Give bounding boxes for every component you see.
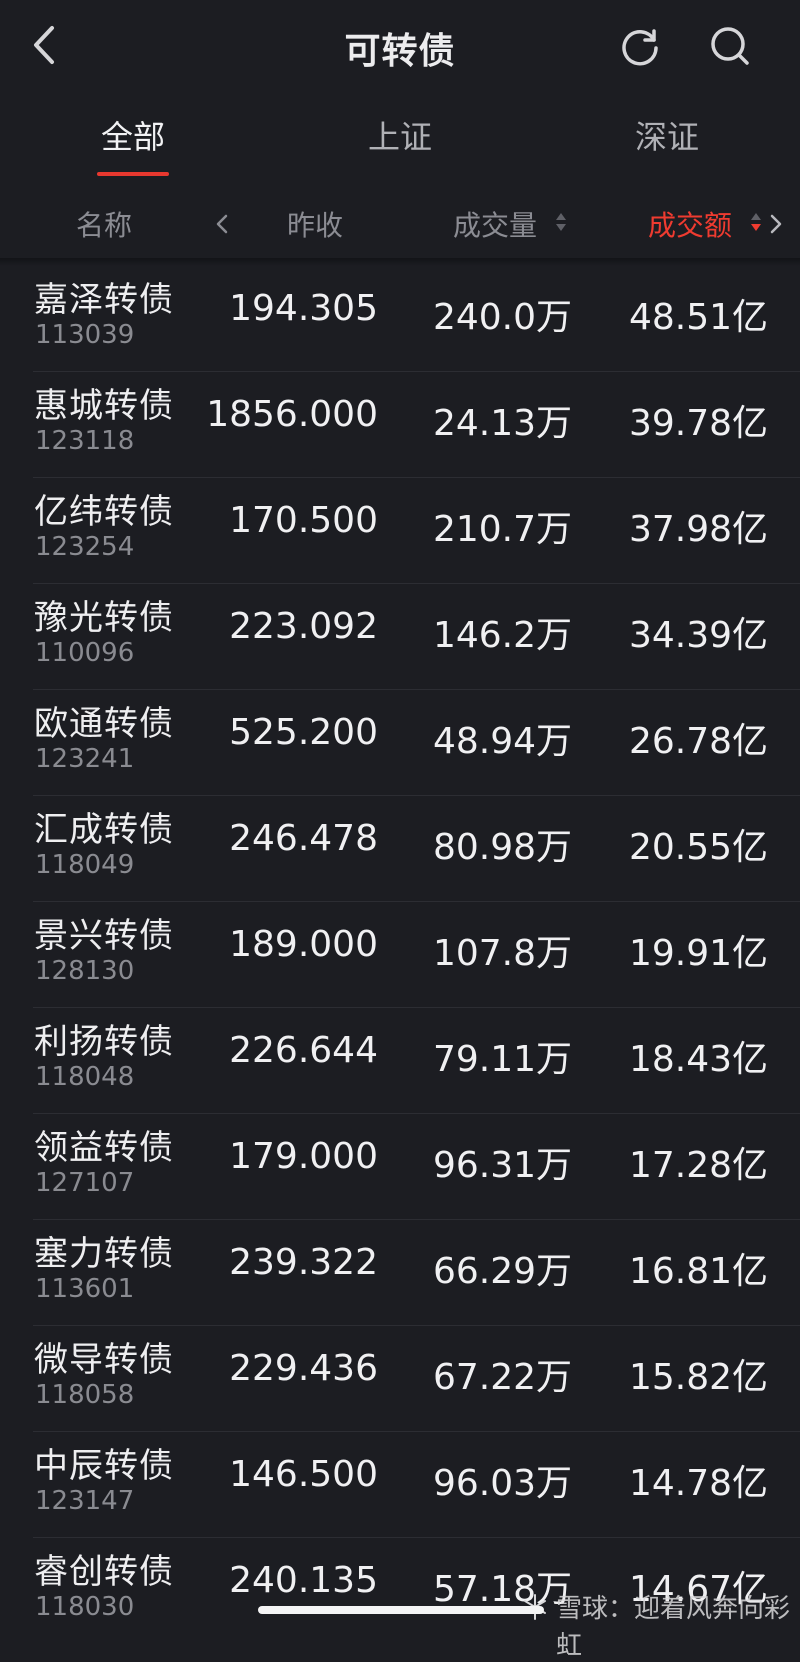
chevron-left-icon[interactable] xyxy=(212,210,232,238)
bond-code: 123118 xyxy=(35,426,135,456)
prev-close-value: 146.500 xyxy=(229,1454,378,1495)
volume-value: 146.2万 xyxy=(432,615,572,656)
table-row[interactable]: 领益转债 127107 179.000 96.31万 17.28亿 xyxy=(0,1114,800,1220)
table-row[interactable]: 景兴转债 128130 189.000 107.8万 19.91亿 xyxy=(0,902,800,1008)
bond-name: 豫光转债 xyxy=(34,598,174,638)
top-bar: 可转债 xyxy=(0,0,800,95)
column-name[interactable]: 名称 xyxy=(76,204,132,244)
bond-name: 利扬转债 xyxy=(34,1022,174,1062)
volume-value: 96.31万 xyxy=(432,1145,572,1186)
bond-code: 123241 xyxy=(35,744,135,774)
volume-value: 107.8万 xyxy=(432,933,572,974)
bond-code: 123254 xyxy=(35,532,135,562)
volume-value: 80.98万 xyxy=(432,827,572,868)
bond-code: 118048 xyxy=(35,1062,135,1092)
column-turnover[interactable]: 成交额 xyxy=(648,204,732,244)
bond-code: 127107 xyxy=(35,1168,135,1198)
table-row[interactable]: 塞力转债 113601 239.322 66.29万 16.81亿 xyxy=(0,1220,800,1326)
table-row[interactable]: 惠城转债 123118 1856.000 24.13万 39.78亿 xyxy=(0,372,800,478)
tab-all[interactable]: 全部 xyxy=(73,112,193,158)
bond-code: 113601 xyxy=(35,1274,135,1304)
bond-name: 睿创转债 xyxy=(34,1552,174,1592)
column-volume[interactable]: 成交量 xyxy=(453,204,537,244)
turnover-value: 15.82亿 xyxy=(628,1357,768,1398)
turnover-value: 18.43亿 xyxy=(628,1039,768,1080)
header-shadow xyxy=(0,258,800,266)
volume-value: 79.11万 xyxy=(432,1039,572,1080)
bond-code: 123147 xyxy=(35,1486,135,1516)
market-tabs: 全部 上证 深证 xyxy=(0,100,800,180)
sort-icon[interactable] xyxy=(555,210,567,234)
bond-name: 中辰转债 xyxy=(34,1446,174,1486)
volume-value: 67.22万 xyxy=(432,1357,572,1398)
home-indicator[interactable] xyxy=(258,1606,544,1614)
turnover-value: 17.28亿 xyxy=(628,1145,768,1186)
bond-name: 塞力转债 xyxy=(34,1234,174,1274)
prev-close-value: 240.135 xyxy=(229,1560,378,1601)
bond-name: 欧通转债 xyxy=(34,704,174,744)
watermark: 雪球：迎着风奔向彩虹 xyxy=(556,1594,791,1661)
bond-code: 110096 xyxy=(35,638,135,668)
turnover-value: 34.39亿 xyxy=(628,615,768,656)
prev-close-value: 239.322 xyxy=(229,1242,378,1283)
bond-name: 景兴转债 xyxy=(34,916,174,956)
turnover-value: 19.91亿 xyxy=(628,933,768,974)
prev-close-value: 170.500 xyxy=(229,500,378,541)
bond-code: 118030 xyxy=(35,1592,135,1622)
volume-value: 96.03万 xyxy=(432,1463,572,1504)
table-row[interactable]: 嘉泽转债 113039 194.305 240.0万 48.51亿 xyxy=(0,266,800,372)
bond-name: 汇成转债 xyxy=(34,810,174,850)
volume-value: 66.29万 xyxy=(432,1251,572,1292)
refresh-icon[interactable] xyxy=(614,20,666,72)
prev-close-value: 189.000 xyxy=(229,924,378,965)
prev-close-value: 246.478 xyxy=(229,818,378,859)
prev-close-value: 194.305 xyxy=(229,288,378,329)
table-row[interactable]: 汇成转债 118049 246.478 80.98万 20.55亿 xyxy=(0,796,800,902)
bond-name: 惠城转债 xyxy=(34,386,174,426)
volume-value: 240.0万 xyxy=(432,297,572,338)
table-row[interactable]: 中辰转债 123147 146.500 96.03万 14.78亿 xyxy=(0,1432,800,1538)
table-row[interactable]: 豫光转债 110096 223.092 146.2万 34.39亿 xyxy=(0,584,800,690)
turnover-value: 16.81亿 xyxy=(628,1251,768,1292)
turnover-value: 39.78亿 xyxy=(628,403,768,444)
bond-code: 118058 xyxy=(35,1380,135,1410)
bond-code: 128130 xyxy=(35,956,135,986)
tab-shenzhen[interactable]: 深证 xyxy=(607,112,727,158)
bond-name: 领益转债 xyxy=(34,1128,174,1168)
turnover-value: 37.98亿 xyxy=(628,509,768,550)
table-row[interactable]: 欧通转债 123241 525.200 48.94万 26.78亿 xyxy=(0,690,800,796)
prev-close-value: 179.000 xyxy=(229,1136,378,1177)
volume-value: 210.7万 xyxy=(432,509,572,550)
bond-name: 亿纬转债 xyxy=(34,492,174,532)
tab-shanghai[interactable]: 上证 xyxy=(340,112,460,158)
table-row[interactable]: 亿纬转债 123254 170.500 210.7万 37.98亿 xyxy=(0,478,800,584)
turnover-value: 20.55亿 xyxy=(628,827,768,868)
chevron-right-icon[interactable] xyxy=(766,210,786,238)
turnover-value: 26.78亿 xyxy=(628,721,768,762)
prev-close-value: 1856.000 xyxy=(206,394,378,435)
prev-close-value: 525.200 xyxy=(229,712,378,753)
column-header: 名称 昨收 成交量 成交额 xyxy=(0,190,800,260)
bond-name: 微导转债 xyxy=(34,1340,174,1380)
bond-code: 118049 xyxy=(35,850,135,880)
turnover-value: 14.78亿 xyxy=(628,1463,768,1504)
table-row[interactable]: 利扬转债 118048 226.644 79.11万 18.43亿 xyxy=(0,1008,800,1114)
turnover-value: 48.51亿 xyxy=(628,297,768,338)
sort-desc-icon[interactable] xyxy=(750,210,762,234)
bond-code: 113039 xyxy=(35,320,135,350)
volume-value: 48.94万 xyxy=(432,721,572,762)
prev-close-value: 229.436 xyxy=(229,1348,378,1389)
search-icon[interactable] xyxy=(704,20,756,72)
bond-list: 嘉泽转债 113039 194.305 240.0万 48.51亿 惠城转债 123118… xyxy=(0,266,800,1644)
prev-close-value: 226.644 xyxy=(229,1030,378,1071)
volume-value: 57.18万 xyxy=(432,1569,572,1610)
prev-close-value: 223.092 xyxy=(229,606,378,647)
table-row[interactable]: 微导转债 118058 229.436 67.22万 15.82亿 xyxy=(0,1326,800,1432)
column-prev-close[interactable]: 昨收 xyxy=(287,204,343,244)
active-tab-indicator xyxy=(97,172,169,176)
volume-value: 24.13万 xyxy=(432,403,572,444)
page-title: 可转债 xyxy=(344,31,456,72)
bond-name: 嘉泽转债 xyxy=(34,280,174,320)
